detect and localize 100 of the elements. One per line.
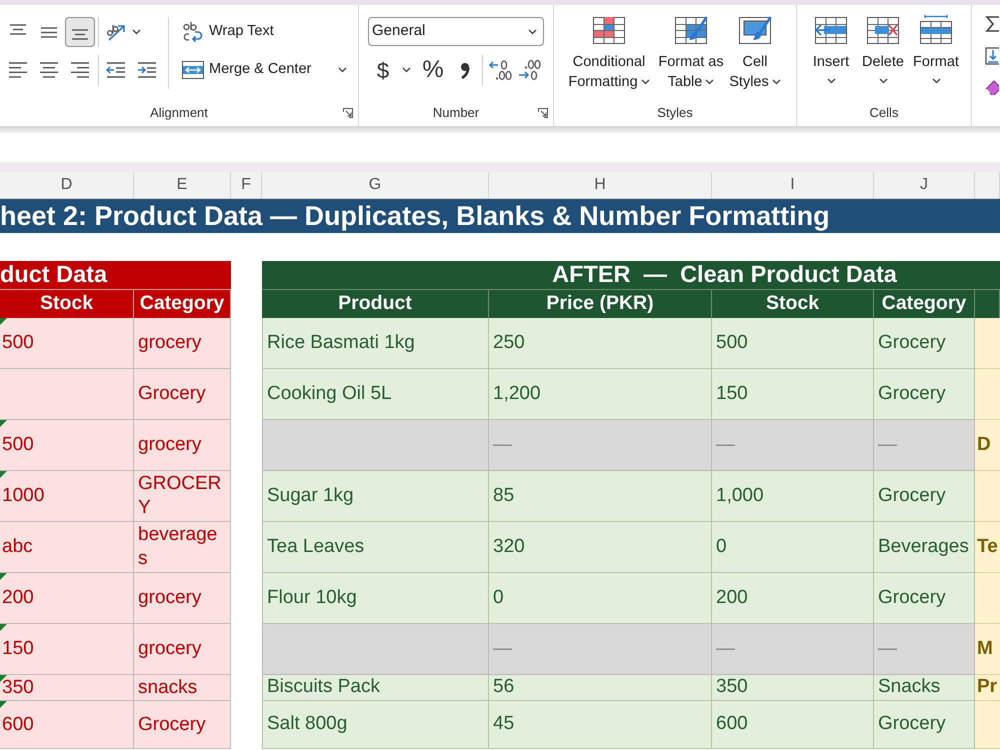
table-cell: 0 bbox=[712, 522, 874, 573]
table-cell: Pr bbox=[975, 675, 1000, 701]
table-cell: — bbox=[874, 420, 975, 471]
align-left-icon bbox=[9, 62, 27, 78]
merge-center-button[interactable]: Merge & Center bbox=[179, 55, 350, 85]
group-label: Cells bbox=[870, 105, 898, 121]
column-heading: Product bbox=[262, 290, 489, 318]
group-label: Styles bbox=[657, 105, 693, 121]
bottom-align-button[interactable] bbox=[65, 17, 95, 47]
increase-indent-icon bbox=[137, 61, 157, 79]
table-cell: Grocery bbox=[874, 573, 975, 624]
caret-icon bbox=[932, 78, 940, 84]
table-cell: — bbox=[712, 624, 874, 675]
increase-decimal-icon bbox=[488, 59, 512, 81]
table-cell: 1000 bbox=[0, 471, 134, 522]
table-cell: 150 bbox=[0, 624, 134, 675]
table-cell bbox=[975, 318, 1000, 369]
table-cell: 200 bbox=[0, 573, 134, 624]
table-cell: Grocery bbox=[134, 369, 231, 420]
column-heading: Category bbox=[134, 290, 231, 318]
grid-row-icon bbox=[919, 15, 953, 45]
table-cell: Grocery bbox=[874, 701, 975, 749]
table-cell: Grocery bbox=[874, 369, 975, 420]
dialog-launcher-icon[interactable] bbox=[538, 108, 548, 118]
align-center-icon bbox=[40, 62, 58, 78]
table-cell: Biscuits Pack bbox=[262, 675, 489, 701]
eraser-icon[interactable] bbox=[985, 79, 999, 95]
currency-button[interactable]: $ bbox=[371, 55, 395, 85]
caret-icon bbox=[338, 67, 348, 73]
cell-brush-icon bbox=[738, 15, 772, 45]
format-as-table-button[interactable]: Format as Table bbox=[656, 15, 726, 92]
table-cell: 500 bbox=[0, 420, 134, 471]
grid-cross-icon bbox=[866, 15, 900, 45]
column-heading: Stock bbox=[712, 290, 874, 318]
align-top-icon bbox=[10, 24, 26, 35]
table-cell: Sugar 1kg bbox=[262, 471, 489, 522]
table-cell: 320 bbox=[489, 522, 712, 573]
table-cell: grocery bbox=[134, 420, 231, 471]
table-cell bbox=[975, 471, 1000, 522]
align-right-icon bbox=[71, 62, 89, 78]
column-header: E bbox=[134, 172, 231, 199]
table-cell: 250 bbox=[489, 318, 712, 369]
table-cell bbox=[975, 369, 1000, 420]
column-header: F bbox=[231, 172, 262, 199]
header-cell bbox=[975, 290, 1000, 318]
column-header: G bbox=[262, 172, 489, 199]
table-cell: 500 bbox=[712, 318, 874, 369]
wrap-text-icon bbox=[182, 21, 204, 43]
table-cell: 350 bbox=[712, 675, 874, 701]
table-cell: 350 bbox=[0, 675, 134, 701]
table-cell: 500 bbox=[0, 318, 134, 369]
delete-cells-button[interactable]: Delete bbox=[856, 15, 910, 84]
caret-icon bbox=[826, 78, 836, 84]
caret-icon bbox=[132, 29, 141, 35]
table-cell: Salt 800g bbox=[262, 701, 489, 749]
column-heading: Price (PKR) bbox=[489, 290, 712, 318]
table-cell: snacks bbox=[134, 675, 231, 701]
table-cell: Te bbox=[975, 522, 1000, 573]
colored-grid-icon bbox=[592, 15, 626, 45]
dialog-launcher-icon[interactable] bbox=[343, 108, 353, 118]
format-cells-button[interactable]: Format bbox=[910, 15, 962, 84]
align-middle-icon bbox=[41, 26, 57, 38]
table-cell: 85 bbox=[489, 471, 712, 522]
group-label: Number bbox=[432, 105, 480, 121]
table-cell: beverages bbox=[134, 522, 231, 573]
column-heading: Category bbox=[874, 290, 975, 318]
insert-cells-button[interactable]: Insert bbox=[806, 15, 856, 84]
align-bottom-icon bbox=[72, 29, 88, 40]
wrap-text-button[interactable]: Wrap Text bbox=[179, 17, 350, 47]
table-cell: 600 bbox=[0, 701, 134, 749]
table-title: AFTER — Clean Product Data bbox=[262, 261, 1000, 290]
column-heading: Stock bbox=[0, 290, 134, 318]
table-cell: 45 bbox=[489, 701, 712, 749]
decrease-indent-icon bbox=[106, 61, 126, 79]
table-cell: 200 bbox=[712, 573, 874, 624]
fill-down-icon[interactable] bbox=[985, 47, 999, 65]
table-cell: — bbox=[712, 420, 874, 471]
number-format-dropdown[interactable]: General bbox=[368, 17, 544, 46]
sheet-title-banner: heet 2: Product Data — Duplicates, Blanks & Number Formatting bbox=[0, 199, 1000, 233]
table-brush-icon bbox=[674, 15, 708, 45]
table-cell: Snacks bbox=[874, 675, 975, 701]
caret-icon bbox=[772, 79, 781, 86]
column-header: H bbox=[489, 172, 712, 199]
table-title: duct Data bbox=[0, 261, 231, 290]
column-header: J bbox=[874, 172, 975, 199]
cell-styles-button[interactable]: Cell Styles bbox=[726, 15, 784, 92]
comma-icon bbox=[460, 62, 470, 78]
table-cell: D bbox=[975, 420, 1000, 471]
table-cell: Flour 10kg bbox=[262, 573, 489, 624]
percent-button[interactable]: % bbox=[418, 55, 448, 85]
table-cell: abc bbox=[0, 522, 134, 573]
column-header: D bbox=[0, 172, 134, 199]
conditional-formatting-button[interactable]: Conditional Formatting bbox=[562, 15, 656, 92]
table-cell: Rice Basmati 1kg bbox=[262, 318, 489, 369]
decrease-decimal-icon bbox=[517, 59, 541, 81]
merge-cells-icon bbox=[182, 61, 204, 79]
caret-icon bbox=[705, 79, 714, 86]
sigma-icon[interactable] bbox=[985, 15, 999, 33]
table-cell: Cooking Oil 5L bbox=[262, 369, 489, 420]
column-header bbox=[975, 172, 1000, 199]
